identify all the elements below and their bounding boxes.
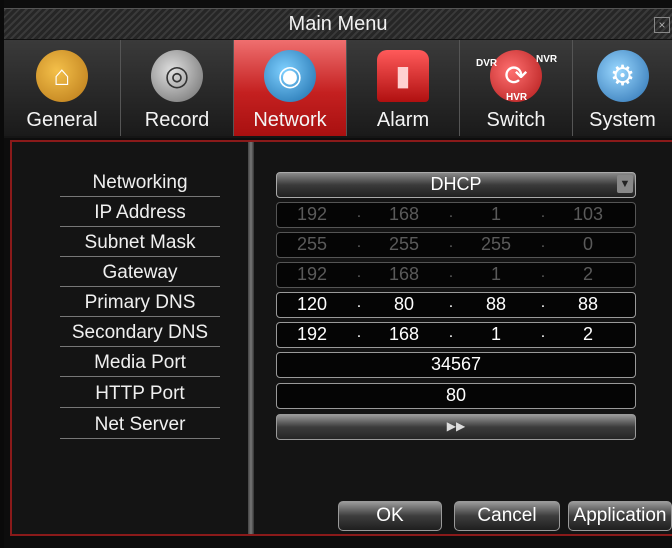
ip-sep-3: . bbox=[540, 204, 546, 221]
subnet-mask-field: 255 . 255 . 255 . 0 bbox=[276, 232, 636, 258]
mask-sep-3: . bbox=[540, 234, 546, 251]
switch-dvr-text: DVR bbox=[476, 58, 498, 69]
gateway-octet-1: 192 bbox=[296, 264, 328, 284]
subnet-mask-label: Subnet Mask bbox=[60, 230, 220, 257]
mask-octet-4: 0 bbox=[582, 234, 593, 254]
primary-dns-field[interactable]: 120 . 80 . 88 . 88 bbox=[276, 292, 636, 318]
ip-octet-3: 1 bbox=[490, 204, 501, 224]
house-icon: ⌂ bbox=[36, 50, 88, 102]
gateway-label: Gateway bbox=[60, 260, 220, 287]
secondary-dns-sep-2: . bbox=[448, 324, 454, 341]
gateway-sep-3: . bbox=[540, 264, 546, 281]
secondary-dns-octet-3[interactable]: 1 bbox=[461, 324, 531, 345]
switch-hvr-text: HVR bbox=[506, 92, 528, 103]
http-port-field[interactable]: 80 bbox=[276, 383, 636, 409]
ip-octet-2: 168 bbox=[388, 204, 420, 224]
mask-octet-2: 255 bbox=[388, 234, 420, 254]
secondary-dns-label: Secondary DNS bbox=[60, 320, 220, 347]
networking-select[interactable]: DHCP ▼ bbox=[276, 172, 636, 198]
cancel-button[interactable]: Cancel bbox=[454, 501, 560, 531]
primary-dns-sep-2: . bbox=[448, 294, 454, 311]
film-reel-icon: ◎ bbox=[151, 50, 203, 102]
tab-system-label: System bbox=[589, 109, 656, 131]
ip-sep-2: . bbox=[448, 204, 454, 221]
primary-dns-octet-2[interactable]: 80 bbox=[369, 294, 439, 315]
fast-forward-icon: ▶▶ bbox=[446, 419, 466, 433]
title-bar: Main Menu × bbox=[4, 8, 672, 40]
networking-value: DHCP bbox=[430, 174, 482, 194]
gear-icon: ⚙ bbox=[596, 50, 649, 102]
apply-button[interactable]: Application bbox=[568, 501, 672, 531]
gateway-sep-2: . bbox=[448, 264, 454, 281]
ip-octet-4: 103 bbox=[572, 204, 604, 224]
ip-address-label: IP Address bbox=[60, 200, 220, 227]
mask-octet-3: 255 bbox=[480, 234, 512, 254]
tab-general-label: General bbox=[26, 109, 98, 131]
net-server-button[interactable]: ▶▶ bbox=[276, 414, 636, 440]
switch-nvr-text: NVR bbox=[536, 54, 558, 65]
media-port-label: Media Port bbox=[60, 350, 220, 377]
secondary-dns-field[interactable]: 192 . 168 . 1 . 2 bbox=[276, 322, 636, 348]
network-settings-panel: Networking IP Address Subnet Mask Gatewa… bbox=[10, 140, 672, 536]
mask-sep-2: . bbox=[448, 234, 454, 251]
close-icon[interactable]: × bbox=[654, 17, 670, 33]
panel-divider bbox=[248, 142, 254, 534]
mask-sep-1: . bbox=[356, 234, 362, 251]
media-port-field[interactable]: 34567 bbox=[276, 352, 636, 378]
network-globe-icon: ◉ bbox=[264, 50, 316, 102]
tab-network[interactable]: ◉ Network bbox=[234, 40, 347, 136]
tab-alarm[interactable]: ▮ Alarm bbox=[347, 40, 460, 136]
tab-record-label: Record bbox=[144, 109, 210, 131]
tab-switch[interactable]: ⟳ DVR NVR HVR Switch bbox=[460, 40, 573, 136]
http-port-value: 80 bbox=[445, 385, 467, 405]
secondary-dns-octet-2[interactable]: 168 bbox=[369, 324, 439, 345]
tab-network-label: Network bbox=[253, 109, 327, 131]
primary-dns-label: Primary DNS bbox=[60, 290, 220, 317]
tab-general[interactable]: ⌂ General bbox=[4, 40, 121, 136]
window-title: Main Menu bbox=[288, 13, 388, 35]
gateway-octet-4: 2 bbox=[582, 264, 593, 284]
tab-record[interactable]: ◎ Record bbox=[121, 40, 234, 136]
tab-system[interactable]: ⚙ System bbox=[573, 40, 672, 136]
alarm-siren-icon: ▮ bbox=[377, 50, 429, 102]
main-menu-window: Main Menu × ⌂ General ◎ Record ◉ Network… bbox=[4, 0, 672, 548]
ip-address-field: 192 . 168 . 1 . 103 bbox=[276, 202, 636, 228]
mask-octet-1: 255 bbox=[296, 234, 328, 254]
secondary-dns-sep-1: . bbox=[356, 324, 362, 341]
menu-tabs: ⌂ General ◎ Record ◉ Network ▮ Alarm ⟳ D… bbox=[4, 40, 672, 138]
tab-alarm-label: Alarm bbox=[376, 109, 430, 131]
primary-dns-octet-4[interactable]: 88 bbox=[553, 294, 623, 315]
primary-dns-sep-3: . bbox=[540, 294, 546, 311]
secondary-dns-octet-1[interactable]: 192 bbox=[277, 324, 347, 345]
ok-button[interactable]: OK bbox=[338, 501, 442, 531]
chevron-down-icon[interactable]: ▼ bbox=[617, 175, 633, 193]
primary-dns-octet-3[interactable]: 88 bbox=[461, 294, 531, 315]
gateway-octet-2: 168 bbox=[388, 264, 420, 284]
networking-label: Networking bbox=[60, 170, 220, 197]
primary-dns-octet-1[interactable]: 120 bbox=[277, 294, 347, 315]
gateway-sep-1: . bbox=[356, 264, 362, 281]
ip-sep-1: . bbox=[356, 204, 362, 221]
secondary-dns-octet-4[interactable]: 2 bbox=[553, 324, 623, 345]
ip-octet-1: 192 bbox=[296, 204, 328, 224]
tab-switch-label: Switch bbox=[486, 109, 546, 131]
media-port-value: 34567 bbox=[430, 354, 482, 374]
secondary-dns-sep-3: . bbox=[540, 324, 546, 341]
primary-dns-sep-1: . bbox=[356, 294, 362, 311]
net-server-label: Net Server bbox=[60, 412, 220, 439]
http-port-label: HTTP Port bbox=[60, 381, 220, 408]
gateway-field: 192 . 168 . 1 . 2 bbox=[276, 262, 636, 288]
gateway-octet-3: 1 bbox=[490, 264, 501, 284]
